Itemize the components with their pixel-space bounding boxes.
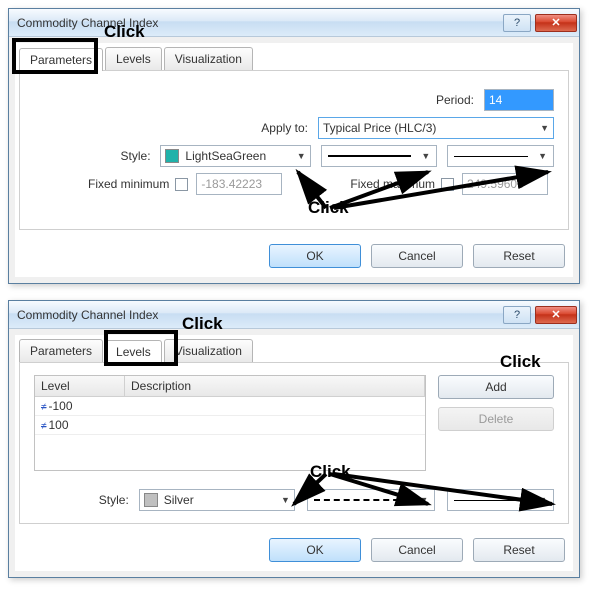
color-swatch bbox=[144, 493, 158, 507]
cancel-button[interactable]: Cancel bbox=[371, 538, 463, 562]
help-button[interactable]: ? bbox=[503, 14, 531, 32]
col-description: Description bbox=[125, 376, 425, 396]
table-row: ≠-100 bbox=[35, 397, 425, 416]
style-line-combo[interactable]: ▼ bbox=[321, 145, 438, 167]
style-width-combo[interactable]: ▼ bbox=[447, 145, 554, 167]
reset-button[interactable]: Reset bbox=[473, 244, 565, 268]
fixed-min-input[interactable] bbox=[196, 173, 282, 195]
chevron-down-icon: ▼ bbox=[421, 151, 430, 161]
tab-parameters[interactable]: Parameters bbox=[19, 339, 103, 362]
dialog-levels: Commodity Channel Index ? ✕ Parameters L… bbox=[8, 300, 580, 578]
ok-button[interactable]: OK bbox=[269, 538, 361, 562]
delete-button: Delete bbox=[438, 407, 554, 431]
annotation-click: Click bbox=[182, 314, 223, 334]
annotation-click: Click bbox=[308, 198, 349, 218]
help-button[interactable]: ? bbox=[503, 306, 531, 324]
col-level: Level bbox=[35, 376, 125, 396]
chevron-down-icon: ▼ bbox=[538, 151, 547, 161]
tabs: Parameters Levels Visualization bbox=[15, 335, 573, 362]
annotation-click: Click bbox=[104, 22, 145, 42]
chevron-down-icon: ▼ bbox=[297, 151, 306, 161]
table-row: ≠100 bbox=[35, 416, 425, 435]
chevron-down-icon: ▼ bbox=[419, 495, 428, 505]
levels-grid[interactable]: Level Description ≠-100 ≠100 bbox=[34, 375, 426, 471]
add-button[interactable]: Add bbox=[438, 375, 554, 399]
close-button[interactable]: ✕ bbox=[535, 14, 577, 32]
level-icon: ≠ bbox=[41, 421, 47, 432]
titlebar: Commodity Channel Index ? ✕ bbox=[9, 9, 579, 37]
style-label: Style: bbox=[34, 149, 151, 163]
chevron-down-icon: ▼ bbox=[281, 495, 290, 505]
style-color-combo[interactable]: LightSeaGreen ▼ bbox=[160, 145, 310, 167]
style-width-combo[interactable]: ▼ bbox=[447, 489, 554, 511]
line-width-icon bbox=[454, 500, 528, 501]
window-title: Commodity Channel Index bbox=[17, 16, 503, 30]
period-label: Period: bbox=[414, 93, 474, 107]
fixed-max-checkbox[interactable] bbox=[441, 178, 454, 191]
annotation-click: Click bbox=[500, 352, 541, 372]
style-color-combo[interactable]: Silver ▼ bbox=[139, 489, 295, 511]
style-line-combo[interactable]: ▼ bbox=[307, 489, 436, 511]
color-swatch bbox=[165, 149, 179, 163]
line-style-icon bbox=[328, 155, 412, 157]
period-input[interactable] bbox=[484, 89, 554, 111]
chevron-down-icon: ▼ bbox=[540, 123, 549, 133]
annotation-click: Click bbox=[310, 462, 351, 482]
fixed-min-checkbox[interactable] bbox=[175, 178, 188, 191]
fixed-max-label: Fixed maximum bbox=[350, 177, 435, 191]
cancel-button[interactable]: Cancel bbox=[371, 244, 463, 268]
style-color-name: Silver bbox=[164, 493, 194, 507]
style-label: Style: bbox=[34, 493, 129, 507]
fixed-max-input[interactable] bbox=[462, 173, 548, 195]
highlight-levels-tab bbox=[104, 330, 178, 366]
chevron-down-icon: ▼ bbox=[538, 495, 547, 505]
level-icon: ≠ bbox=[41, 402, 47, 413]
applyto-value: Typical Price (HLC/3) bbox=[323, 121, 436, 135]
close-button[interactable]: ✕ bbox=[535, 306, 577, 324]
tabs: Parameters Levels Visualization bbox=[15, 43, 573, 70]
reset-button[interactable]: Reset bbox=[473, 538, 565, 562]
titlebar: Commodity Channel Index ? ✕ bbox=[9, 301, 579, 329]
fixed-min-label: Fixed minimum bbox=[88, 177, 169, 191]
highlight-parameters-tab bbox=[12, 38, 98, 74]
line-style-icon bbox=[314, 499, 410, 501]
applyto-label: Apply to: bbox=[238, 121, 308, 135]
applyto-combo[interactable]: Typical Price (HLC/3) ▼ bbox=[318, 117, 554, 139]
window-title: Commodity Channel Index bbox=[17, 308, 503, 322]
tab-visualization[interactable]: Visualization bbox=[164, 47, 253, 70]
line-width-icon bbox=[454, 156, 528, 157]
style-color-name: LightSeaGreen bbox=[185, 149, 266, 163]
ok-button[interactable]: OK bbox=[269, 244, 361, 268]
tab-levels[interactable]: Levels bbox=[105, 47, 162, 70]
